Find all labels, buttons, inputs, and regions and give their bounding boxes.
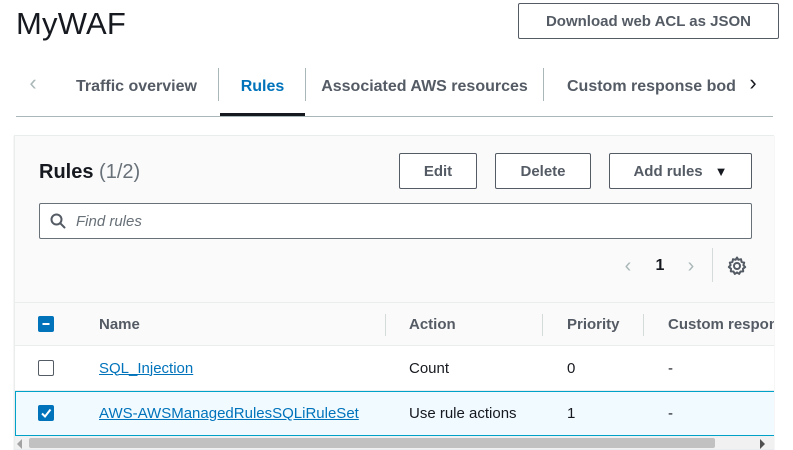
row-checkbox[interactable]: [38, 405, 54, 421]
chevron-right-icon[interactable]: ›: [742, 68, 764, 98]
gear-icon[interactable]: [725, 254, 749, 278]
edit-button[interactable]: Edit: [399, 153, 477, 189]
rule-priority-cell: 1: [567, 405, 576, 422]
rule-custom-response-cell: -: [668, 359, 673, 377]
panel-title-text: Rules: [39, 161, 94, 183]
scroll-left-arrow-icon[interactable]: [17, 439, 22, 449]
tab-divider: [218, 68, 219, 101]
tab-rules[interactable]: Rules: [220, 58, 305, 116]
search-icon: [40, 204, 76, 238]
rule-name-link[interactable]: SQL_Injection: [99, 360, 193, 377]
rule-name-link[interactable]: AWS-AWSManagedRulesSQLiRuleSet: [99, 405, 359, 422]
rule-custom-response-cell: -: [668, 405, 673, 422]
download-json-button[interactable]: Download web ACL as JSON: [518, 3, 779, 39]
column-divider: [643, 314, 644, 336]
page-number[interactable]: 1: [652, 253, 668, 279]
panel-title: Rules (1/2): [39, 161, 140, 184]
chevron-left-icon[interactable]: ‹: [619, 253, 637, 279]
page-title: MyWAF: [16, 6, 127, 41]
delete-button[interactable]: Delete: [495, 153, 591, 189]
column-header-action[interactable]: Action: [409, 303, 539, 346]
add-rules-button[interactable]: Add rules ▼: [609, 153, 752, 189]
column-header-custom-response[interactable]: Custom response: [668, 303, 774, 346]
row-checkbox[interactable]: [38, 360, 54, 376]
rules-panel: Rules (1/2) Edit Delete Add rules ▼ ‹ 1 …: [14, 135, 774, 450]
tab-custom-response-bodies[interactable]: Custom response bodies: [567, 58, 737, 116]
chevron-left-icon[interactable]: ‹: [22, 68, 44, 98]
table-header: Name Action Priority Custom response: [15, 302, 774, 346]
tab-associated-aws-resources[interactable]: Associated AWS resources: [307, 58, 542, 116]
column-header-priority[interactable]: Priority: [567, 303, 642, 346]
pagination-divider: [712, 248, 713, 282]
search-input[interactable]: [76, 206, 751, 236]
tab-divider: [305, 68, 306, 101]
rule-priority-cell: 0: [567, 359, 576, 377]
tab-traffic-overview[interactable]: Traffic overview: [56, 58, 217, 116]
table-row[interactable]: SQL_Injection Count 0 -: [15, 346, 774, 391]
column-divider: [542, 314, 543, 336]
scrollbar-thumb[interactable]: [29, 438, 715, 448]
tab-divider: [543, 68, 544, 101]
add-rules-label: Add rules: [633, 162, 703, 180]
scroll-right-arrow-icon[interactable]: [760, 439, 765, 449]
rule-name-cell: SQL_Injection: [99, 346, 193, 390]
rules-count: (1/2): [99, 161, 141, 183]
column-header-name[interactable]: Name: [99, 303, 379, 346]
rule-action-cell: Use rule actions: [409, 405, 517, 422]
chevron-right-icon[interactable]: ›: [682, 253, 700, 279]
select-all-checkbox[interactable]: [38, 316, 54, 332]
rule-action-cell: Count: [409, 359, 450, 377]
column-divider: [385, 314, 386, 336]
caret-down-icon: ▼: [714, 163, 728, 179]
rule-name-cell: AWS-AWSManagedRulesSQLiRuleSet: [99, 392, 359, 435]
tab-bar: ‹ Traffic overview Rules Associated AWS …: [16, 58, 773, 117]
table-row[interactable]: AWS-AWSManagedRulesSQLiRuleSet Use rule …: [15, 391, 774, 436]
search-field[interactable]: [39, 203, 752, 239]
horizontal-scrollbar[interactable]: [15, 436, 774, 449]
